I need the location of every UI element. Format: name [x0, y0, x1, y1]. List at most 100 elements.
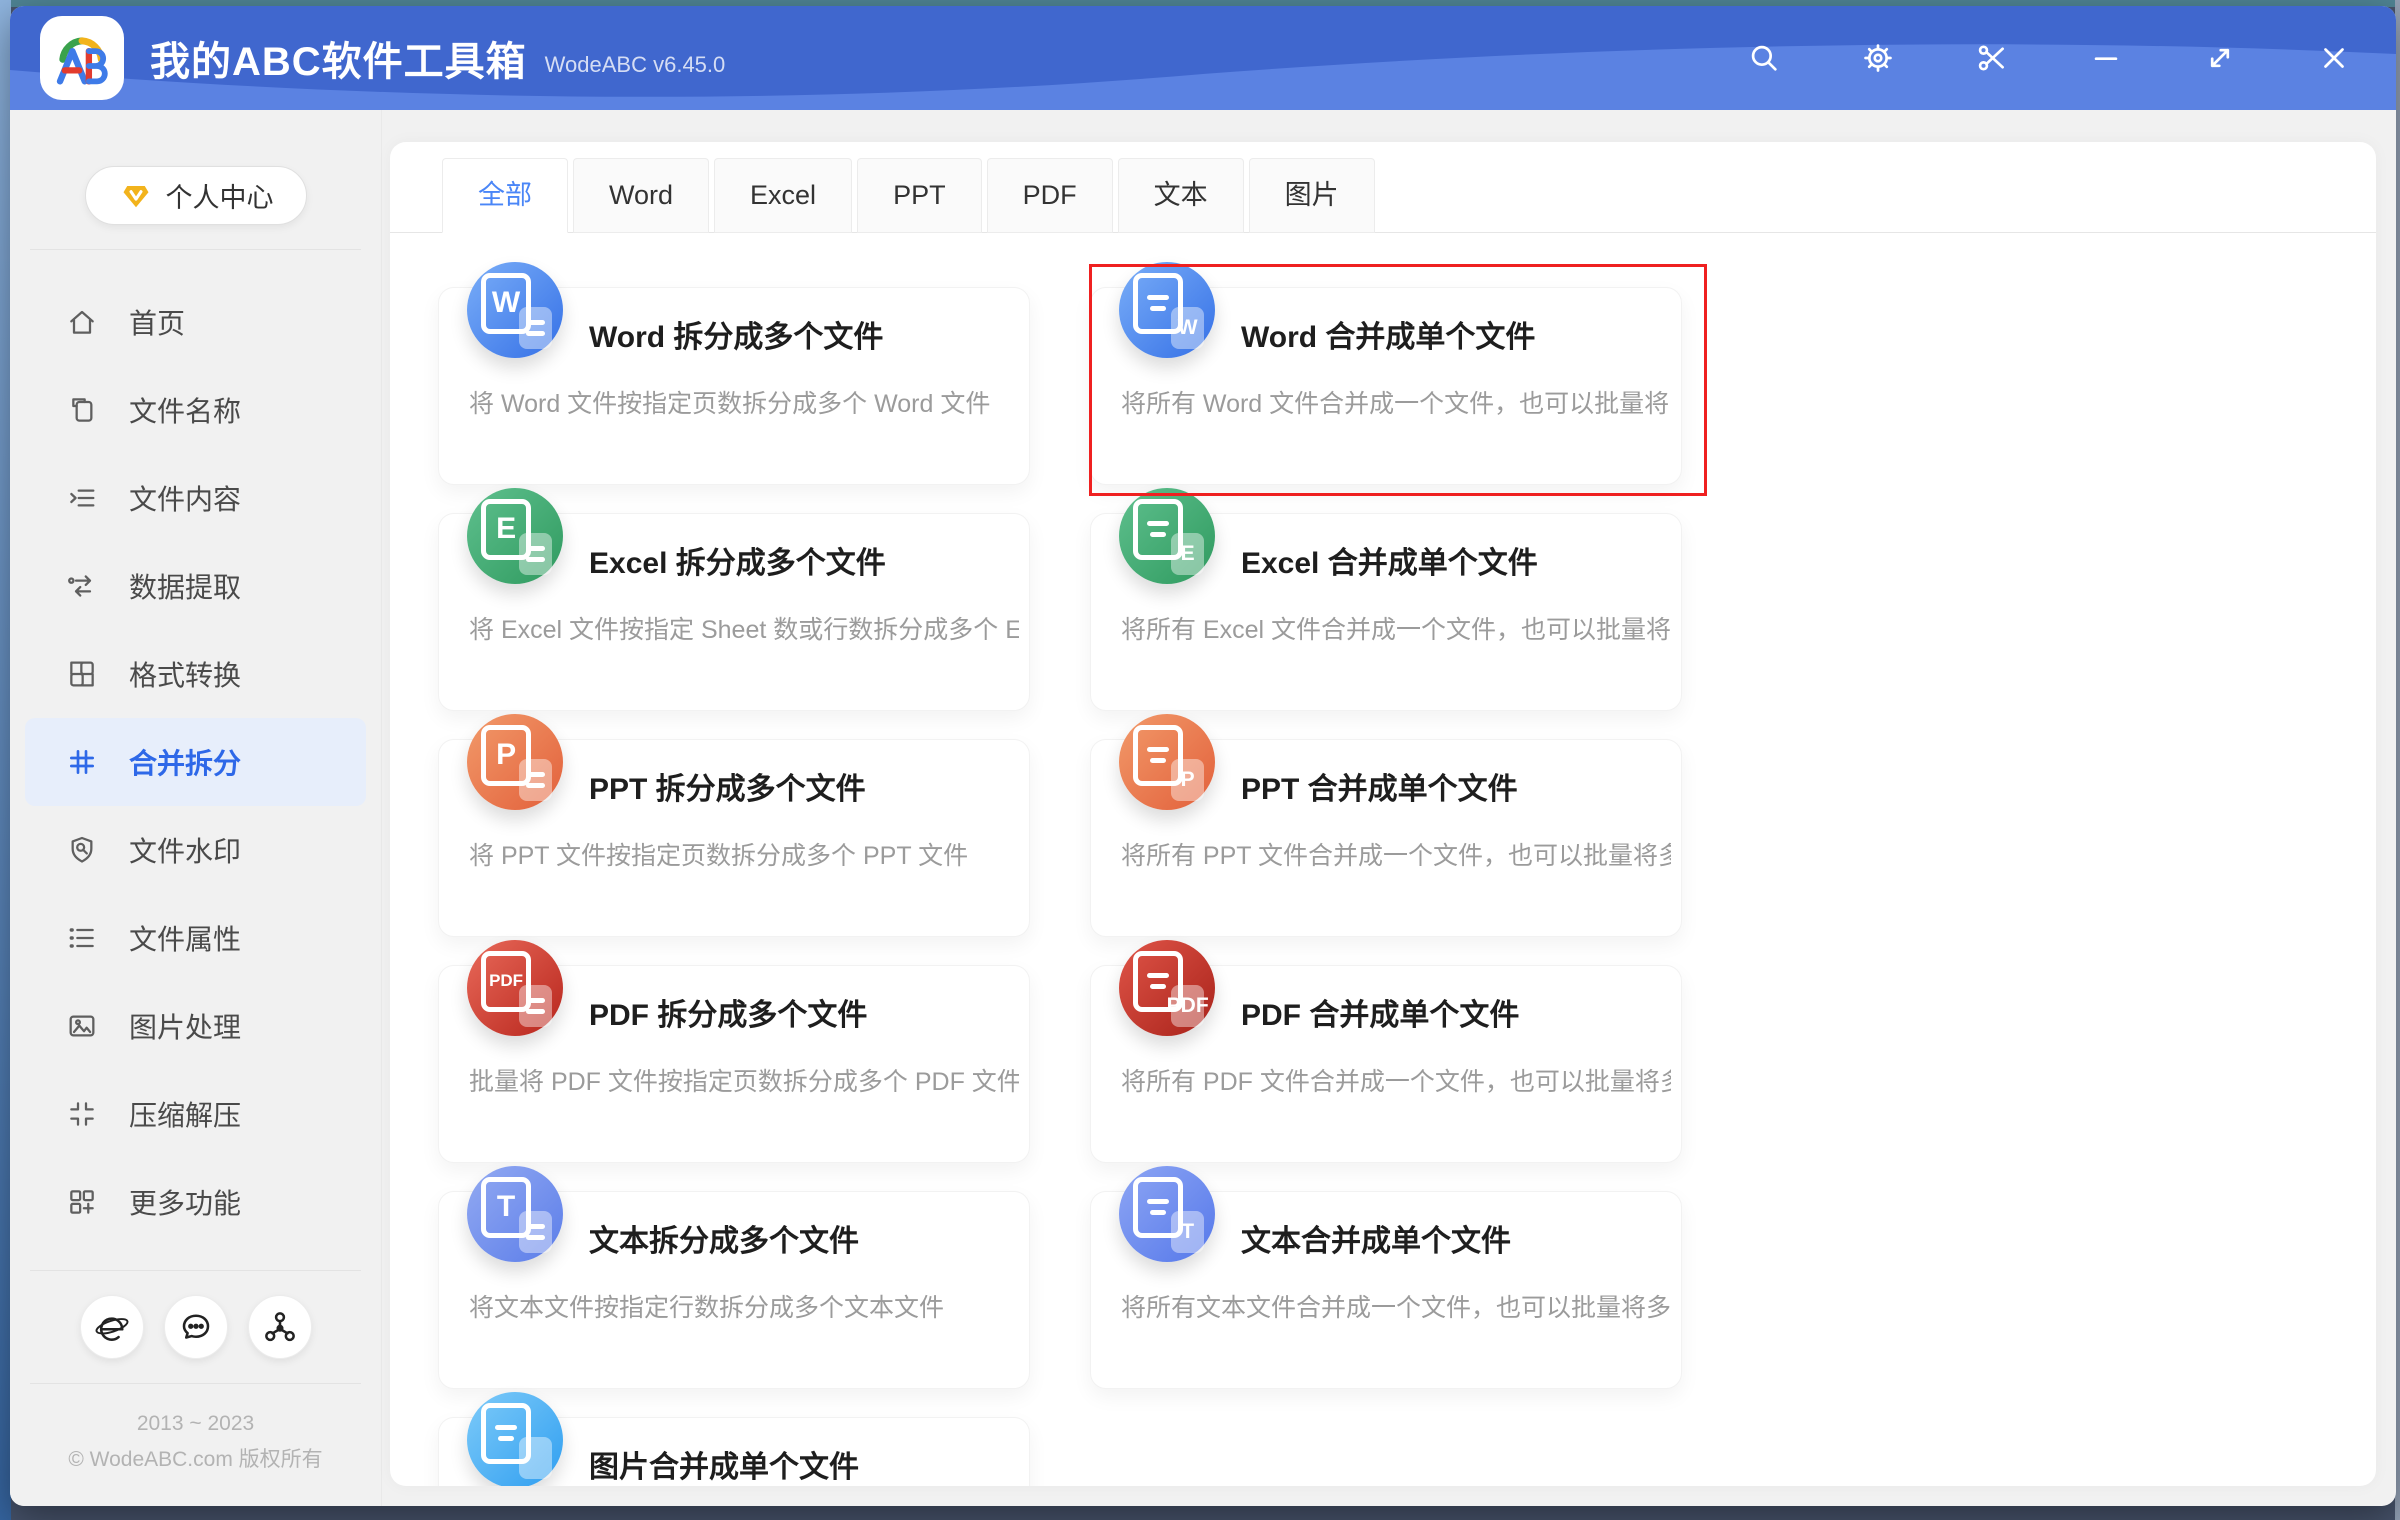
sidebar-item-merge-split[interactable]: 合并拆分 [25, 718, 366, 806]
sidebar-divider [30, 1383, 361, 1384]
tab-PPT[interactable]: PPT [857, 158, 982, 233]
home-icon [65, 305, 99, 339]
card-icon-w-merge: W [1119, 262, 1215, 358]
card-icon-w-split: W [467, 262, 563, 358]
sidebar-divider [30, 1270, 361, 1271]
tool-card-7[interactable]: PDFPDF 合并成单个文件将所有 PDF 文件合并成一个文件，也可以批量将多个 [1090, 965, 1682, 1163]
card-title: Word 合并成单个文件 [1241, 312, 1535, 356]
merge-split-icon [65, 745, 99, 779]
close-icon[interactable] [2316, 40, 2352, 76]
profile-center-button[interactable]: 个人中心 [85, 166, 307, 225]
sidebar-item-label: 文件名称 [129, 390, 241, 430]
share-network-icon [262, 1309, 298, 1345]
card-description: 将所有文本文件合并成一个文件，也可以批量将多个文件 [1121, 1288, 1671, 1324]
sidebar-item-label: 数据提取 [129, 566, 241, 606]
tab-PDF[interactable]: PDF [987, 158, 1113, 233]
sidebar-item-file-name[interactable]: 文件名称 [10, 366, 381, 454]
title-bar: 我的ABC软件工具箱 WodeABC v6.45.0 [10, 6, 2396, 110]
card-description: 将 Excel 文件按指定 Sheet 数或行数拆分成多个 Excel 文件 [469, 610, 1019, 646]
watermark-icon [65, 833, 99, 867]
category-tabs: 全部WordExcelPPTPDF文本图片 [390, 142, 2376, 233]
sidebar-item-label: 压缩解压 [129, 1094, 241, 1134]
main-content: 全部WordExcelPPTPDF文本图片 WWord 拆分成多个文件将 Wor… [382, 110, 2396, 1506]
gem-icon [118, 180, 154, 212]
copyright-owner: © WodeABC.com 版权所有 [10, 1442, 381, 1478]
ie-browser-icon [94, 1309, 130, 1345]
sidebar-item-file-props[interactable]: 文件属性 [10, 894, 381, 982]
card-icon-p-split: P [467, 714, 563, 810]
social-buttons-row [10, 1295, 381, 1359]
card-description: 将所有 Word 文件合并成一个文件，也可以批量将多个 [1121, 384, 1671, 420]
sidebar-item-label: 文件水印 [129, 830, 241, 870]
card-title: Excel 拆分成多个文件 [589, 538, 886, 582]
app-window: 我的ABC软件工具箱 WodeABC v6.45.0 [10, 6, 2396, 1506]
card-title: PDF 拆分成多个文件 [589, 990, 867, 1034]
content-panel: 全部WordExcelPPTPDF文本图片 WWord 拆分成多个文件将 Wor… [390, 142, 2376, 1486]
card-icon-pdf-merge: PDF [1119, 940, 1215, 1036]
search-icon[interactable] [1746, 40, 1782, 76]
tool-card-0[interactable]: WWord 拆分成多个文件将 Word 文件按指定页数拆分成多个 Word 文件 [438, 287, 1030, 485]
resize-icon[interactable] [2202, 40, 2238, 76]
tool-card-9[interactable]: T文本合并成单个文件将所有文本文件合并成一个文件，也可以批量将多个文件 [1090, 1191, 1682, 1389]
app-title: 我的ABC软件工具箱 [150, 29, 527, 87]
tab-文本[interactable]: 文本 [1118, 158, 1244, 233]
card-description: 将 PPT 文件按指定页数拆分成多个 PPT 文件 [469, 836, 1019, 872]
tool-card-10[interactable]: 图片合并成单个文件将所有图片合并成一个文件，也可以批量将多个文件 [438, 1417, 1030, 1486]
file-name-icon [65, 393, 99, 427]
card-description: 将文本文件按指定行数拆分成多个文本文件 [469, 1288, 1019, 1324]
card-title: 文本合并成单个文件 [1241, 1216, 1511, 1260]
profile-center-label: 个人中心 [166, 176, 274, 215]
tab-Excel[interactable]: Excel [714, 158, 852, 233]
tool-card-5[interactable]: PPPT 合并成单个文件将所有 PPT 文件合并成一个文件，也可以批量将多个 [1090, 739, 1682, 937]
ie-browser-button[interactable] [80, 1295, 144, 1359]
chat-icon [178, 1309, 214, 1345]
card-title: Word 拆分成多个文件 [589, 312, 883, 356]
card-icon-pdf-split: PDF [467, 940, 563, 1036]
sidebar-item-home[interactable]: 首页 [10, 278, 381, 366]
sidebar-item-label: 合并拆分 [129, 742, 241, 782]
tab-图片[interactable]: 图片 [1249, 158, 1375, 233]
sidebar: 个人中心 首页文件名称文件内容数据提取格式转换合并拆分文件水印文件属性图片处理压… [10, 110, 382, 1506]
chat-button[interactable] [164, 1295, 228, 1359]
card-icon-p-merge: P [1119, 714, 1215, 810]
card-icon-e-merge: E [1119, 488, 1215, 584]
sidebar-item-format-convert[interactable]: 格式转换 [10, 630, 381, 718]
card-title: 图片合并成单个文件 [589, 1442, 859, 1486]
file-props-icon [65, 921, 99, 955]
sidebar-item-compress[interactable]: 压缩解压 [10, 1070, 381, 1158]
settings-gear-icon[interactable] [1860, 40, 1896, 76]
sidebar-item-watermark[interactable]: 文件水印 [10, 806, 381, 894]
minimize-icon[interactable] [2088, 40, 2124, 76]
card-icon-e-split: E [467, 488, 563, 584]
app-version: WodeABC v6.45.0 [545, 52, 726, 78]
share-network-button[interactable] [248, 1295, 312, 1359]
sidebar-nav: 首页文件名称文件内容数据提取格式转换合并拆分文件水印文件属性图片处理压缩解压更多… [10, 278, 381, 1246]
app-logo [40, 16, 124, 100]
tool-cards-grid: WWord 拆分成多个文件将 Word 文件按指定页数拆分成多个 Word 文件… [390, 233, 2376, 1486]
tab-全部[interactable]: 全部 [442, 158, 568, 233]
image-process-icon [65, 1009, 99, 1043]
tool-card-3[interactable]: EExcel 合并成单个文件将所有 Excel 文件合并成一个文件，也可以批量将… [1090, 513, 1682, 711]
sidebar-item-label: 首页 [129, 302, 185, 342]
format-convert-icon [65, 657, 99, 691]
card-description: 批量将 PDF 文件按指定页数拆分成多个 PDF 文件 [469, 1062, 1019, 1098]
tool-card-4[interactable]: PPPT 拆分成多个文件将 PPT 文件按指定页数拆分成多个 PPT 文件 [438, 739, 1030, 937]
sidebar-item-label: 格式转换 [129, 654, 241, 694]
tool-card-2[interactable]: EExcel 拆分成多个文件将 Excel 文件按指定 Sheet 数或行数拆分… [438, 513, 1030, 711]
scissors-icon[interactable] [1974, 40, 2010, 76]
file-content-icon [65, 481, 99, 515]
tool-card-6[interactable]: PDFPDF 拆分成多个文件批量将 PDF 文件按指定页数拆分成多个 PDF 文… [438, 965, 1030, 1163]
sidebar-item-label: 图片处理 [129, 1006, 241, 1046]
card-description: 将所有 PPT 文件合并成一个文件，也可以批量将多个 [1121, 836, 1671, 872]
tool-card-1[interactable]: WWord 合并成单个文件将所有 Word 文件合并成一个文件，也可以批量将多个 [1090, 287, 1682, 485]
tool-card-8[interactable]: T文本拆分成多个文件将文本文件按指定行数拆分成多个文本文件 [438, 1191, 1030, 1389]
sidebar-item-image-process[interactable]: 图片处理 [10, 982, 381, 1070]
compress-icon [65, 1097, 99, 1131]
tab-Word[interactable]: Word [573, 158, 709, 233]
sidebar-item-more-features[interactable]: 更多功能 [10, 1158, 381, 1246]
sidebar-divider [30, 249, 361, 250]
card-title: PPT 拆分成多个文件 [589, 764, 866, 808]
sidebar-item-data-extract[interactable]: 数据提取 [10, 542, 381, 630]
card-title: Excel 合并成单个文件 [1241, 538, 1538, 582]
sidebar-item-file-content[interactable]: 文件内容 [10, 454, 381, 542]
